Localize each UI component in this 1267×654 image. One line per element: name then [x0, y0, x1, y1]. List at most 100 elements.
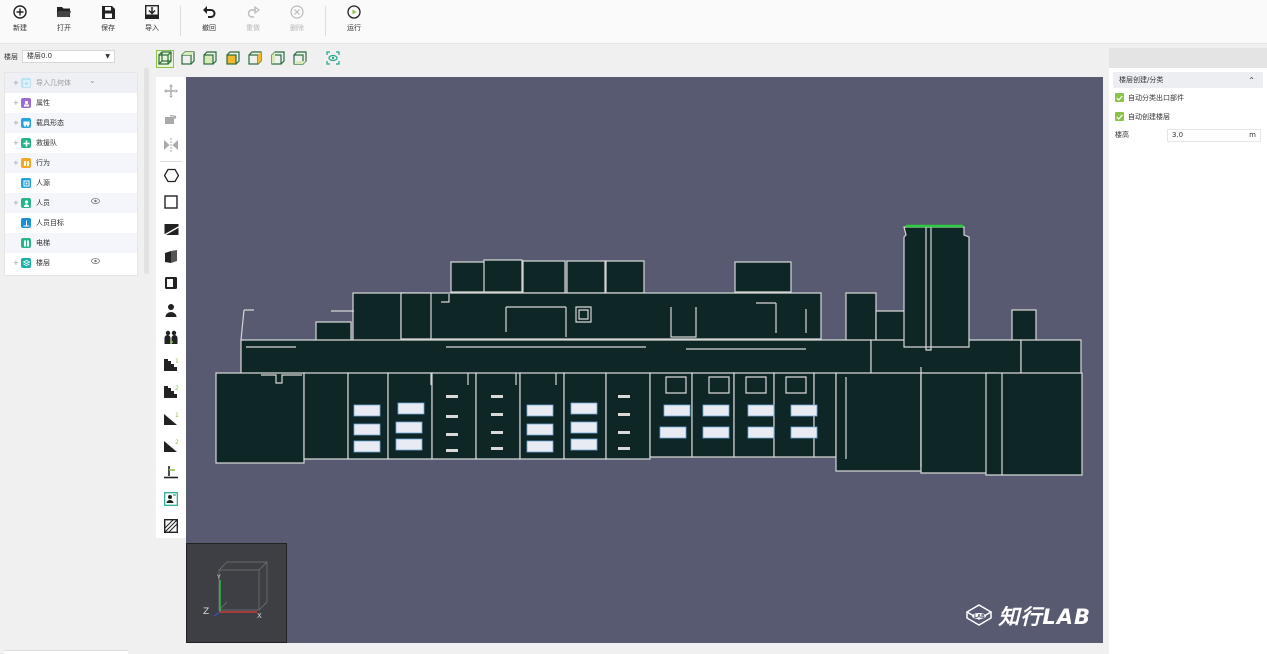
source-tool[interactable]: [162, 491, 180, 509]
expand-icon[interactable]: +: [13, 99, 21, 107]
focus-view-button[interactable]: [324, 50, 342, 68]
open-button[interactable]: 打开: [48, 0, 80, 40]
eye-icon[interactable]: [91, 198, 100, 206]
run-button[interactable]: 运行: [338, 0, 370, 40]
expand-icon[interactable]: +: [13, 159, 21, 167]
tree-item-person[interactable]: + 人员: [5, 193, 137, 213]
stair-icon: 1: [163, 357, 179, 374]
tree-item-label: 属性: [36, 99, 50, 107]
rectangle-tool[interactable]: [162, 194, 180, 212]
save-button[interactable]: 保存: [92, 0, 124, 40]
group-tool[interactable]: [162, 329, 180, 347]
view-back-button[interactable]: [224, 50, 242, 68]
tree-scrollbar[interactable]: [144, 68, 149, 274]
axis-x-label: X: [257, 612, 262, 620]
tree-item-label: 人员: [36, 199, 50, 207]
rotate-icon: [164, 111, 178, 127]
door-tool[interactable]: [162, 275, 180, 293]
tree-item-person-source[interactable]: 人源: [5, 173, 137, 193]
tree-item-label: 救援队: [36, 139, 57, 147]
checkbox-checked-icon[interactable]: [1115, 93, 1124, 102]
floor-dropdown[interactable]: 楼层0.0 ▼: [22, 50, 115, 63]
mirror-tool[interactable]: [162, 137, 180, 155]
svg-text:1: 1: [175, 412, 179, 419]
mirror-icon: [164, 138, 178, 154]
3d-viewport[interactable]: Y X Z LAB 知行LAB: [186, 77, 1103, 643]
folder-open-icon: [56, 4, 72, 20]
view-bottom-button[interactable]: [291, 50, 309, 68]
logo-mark-icon: LAB: [965, 604, 993, 628]
tree-item-property[interactable]: + 属性: [5, 93, 137, 113]
view-top-button[interactable]: [179, 50, 197, 68]
undo-button[interactable]: 撤回: [193, 0, 225, 40]
delete-button[interactable]: 删除: [281, 0, 313, 40]
move-tool[interactable]: [162, 83, 180, 101]
tree-item-rescue-team[interactable]: + 救援队: [5, 133, 137, 153]
view-right-button[interactable]: [269, 50, 287, 68]
rotate-tool[interactable]: [162, 110, 180, 128]
floor-height-input[interactable]: 3.0 m: [1167, 128, 1261, 142]
expand-icon[interactable]: +: [13, 199, 21, 207]
chevron-up-icon[interactable]: ⌃: [1248, 76, 1255, 85]
person-source-icon: [164, 492, 178, 508]
slope-tool[interactable]: [162, 221, 180, 239]
expand-icon[interactable]: +: [13, 119, 21, 127]
new-button[interactable]: 新建: [4, 0, 36, 40]
view-3d-button[interactable]: [156, 50, 174, 68]
rescue-team-icon: [21, 138, 31, 148]
view-front-button[interactable]: [201, 50, 219, 68]
tree-item-floor[interactable]: + 楼层: [5, 253, 137, 273]
floor-icon: [21, 258, 31, 268]
stair-1-tool[interactable]: 1: [162, 356, 180, 374]
new-label: 新建: [13, 24, 27, 32]
target-tool[interactable]: [162, 464, 180, 482]
wall-tool[interactable]: [162, 248, 180, 266]
polygon-tool[interactable]: [162, 167, 180, 185]
floor-label: 楼层: [4, 52, 18, 61]
tree-item-import-geometry[interactable]: + 导入几何体 ⌄: [5, 73, 137, 93]
open-label: 打开: [57, 24, 71, 32]
delete-circle-icon: [289, 4, 305, 20]
square-icon: [164, 195, 178, 211]
properties-panel: 楼层创建/分类 ⌃ 自动分类出口部件 自动创建楼层 楼高 3.0 m: [1109, 48, 1267, 654]
hexagon-icon: [163, 168, 179, 185]
axis-y-label: Y: [216, 574, 221, 581]
view-left-button[interactable]: [246, 50, 264, 68]
tree-item-label: 电梯: [36, 239, 50, 247]
hatch-tool[interactable]: [162, 518, 180, 536]
toolbar-divider: [325, 6, 326, 36]
auto-exit-checkbox-row[interactable]: 自动分类出口部件: [1109, 88, 1267, 107]
ramp-icon: 1: [163, 411, 179, 428]
floor-height-row: 楼高 3.0 m: [1109, 126, 1267, 144]
caret-down-icon: ▼: [105, 53, 110, 60]
import-label: 导入: [145, 24, 159, 32]
person-source-icon: [21, 178, 31, 188]
expand-icon[interactable]: +: [13, 139, 21, 147]
expand-icon[interactable]: +: [13, 79, 21, 87]
wall-icon: [164, 249, 178, 265]
redo-button[interactable]: 重做: [237, 0, 269, 40]
tree-item-label: 人员目标: [36, 219, 64, 227]
floor-height-unit: m: [1249, 131, 1256, 139]
stair-icon: 2: [163, 384, 179, 401]
tree-item-person-target[interactable]: 人员目标: [5, 213, 137, 233]
checkbox-checked-icon[interactable]: [1115, 112, 1124, 121]
tree-item-behavior[interactable]: + 行为: [5, 153, 137, 173]
stair-2-tool[interactable]: 2: [162, 383, 180, 401]
chevron-down-icon[interactable]: ⌄: [89, 76, 96, 85]
ramp-2-tool[interactable]: 2: [162, 437, 180, 455]
tree-item-label: 楼层: [36, 259, 50, 267]
ramp-1-tool[interactable]: 1: [162, 410, 180, 428]
bottom-tab[interactable]: [4, 650, 128, 654]
import-button[interactable]: 导入: [136, 0, 168, 40]
floor-create-section-header[interactable]: 楼层创建/分类 ⌃: [1113, 72, 1263, 88]
auto-floor-checkbox-row[interactable]: 自动创建楼层: [1109, 107, 1267, 126]
eye-icon[interactable]: [91, 258, 100, 266]
expand-icon[interactable]: +: [13, 259, 21, 267]
object-tree: + 导入几何体 ⌄ + 属性 + 载具形态 + 救援队 + 行为 人源 + 人员…: [4, 72, 138, 276]
tree-item-vehicle[interactable]: + 载具形态: [5, 113, 137, 133]
tree-item-elevator[interactable]: 电梯: [5, 233, 137, 253]
person-tool[interactable]: [162, 302, 180, 320]
section-title: 楼层创建/分类: [1119, 76, 1164, 84]
cube-back-icon: [225, 51, 240, 67]
